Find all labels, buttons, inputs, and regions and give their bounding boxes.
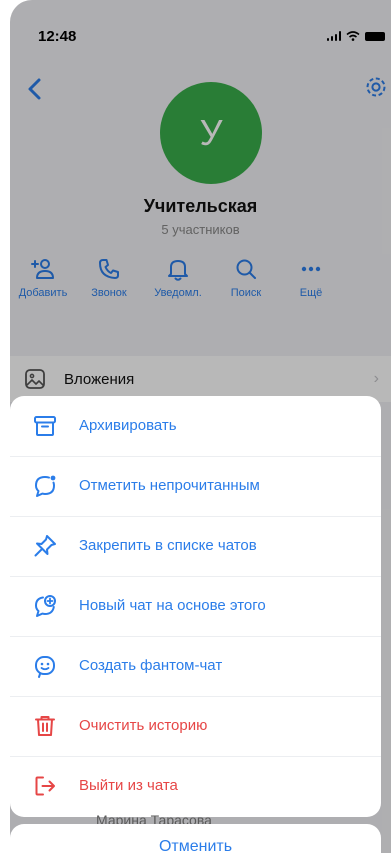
- new-chat-based-label: Новый чат на основе этого: [79, 597, 266, 614]
- trash-icon: [35, 716, 55, 736]
- clear-history-label: Очистить историю: [79, 717, 208, 734]
- leave-chat-label: Выйти из чата: [79, 777, 178, 794]
- archive-icon: [34, 416, 56, 436]
- mark-unread-icon: [35, 475, 56, 497]
- action-sheet: Архивировать Отметить непрочитанным Закр…: [10, 396, 381, 817]
- mark-unread-label: Отметить непрочитанным: [79, 477, 260, 494]
- leave-chat-button[interactable]: Выйти из чата: [10, 756, 381, 816]
- cancel-button[interactable]: Отменить: [10, 824, 381, 853]
- archive-label: Архивировать: [79, 417, 177, 434]
- chat-info-screen: 12:48 У Учительская 5 участников Добавит…: [10, 0, 391, 853]
- archive-button[interactable]: Архивировать: [10, 396, 381, 457]
- pin-icon: [34, 535, 56, 557]
- phantom-chat-button[interactable]: Создать фантом-чат: [10, 636, 381, 697]
- phantom-chat-icon: [35, 656, 55, 678]
- pin-chat-button[interactable]: Закрепить в списке чатов: [10, 516, 381, 577]
- clear-history-button[interactable]: Очистить историю: [10, 696, 381, 757]
- phantom-chat-label: Создать фантом-чат: [79, 657, 223, 674]
- exit-icon: [35, 776, 55, 796]
- cancel-label: Отменить: [158, 838, 233, 853]
- mark-unread-button[interactable]: Отметить непрочитанным: [10, 456, 381, 517]
- new-chat-based-button[interactable]: Новый чат на основе этого: [10, 576, 381, 637]
- pin-chat-label: Закрепить в списке чатов: [79, 537, 257, 554]
- new-chat-icon: [35, 595, 56, 617]
